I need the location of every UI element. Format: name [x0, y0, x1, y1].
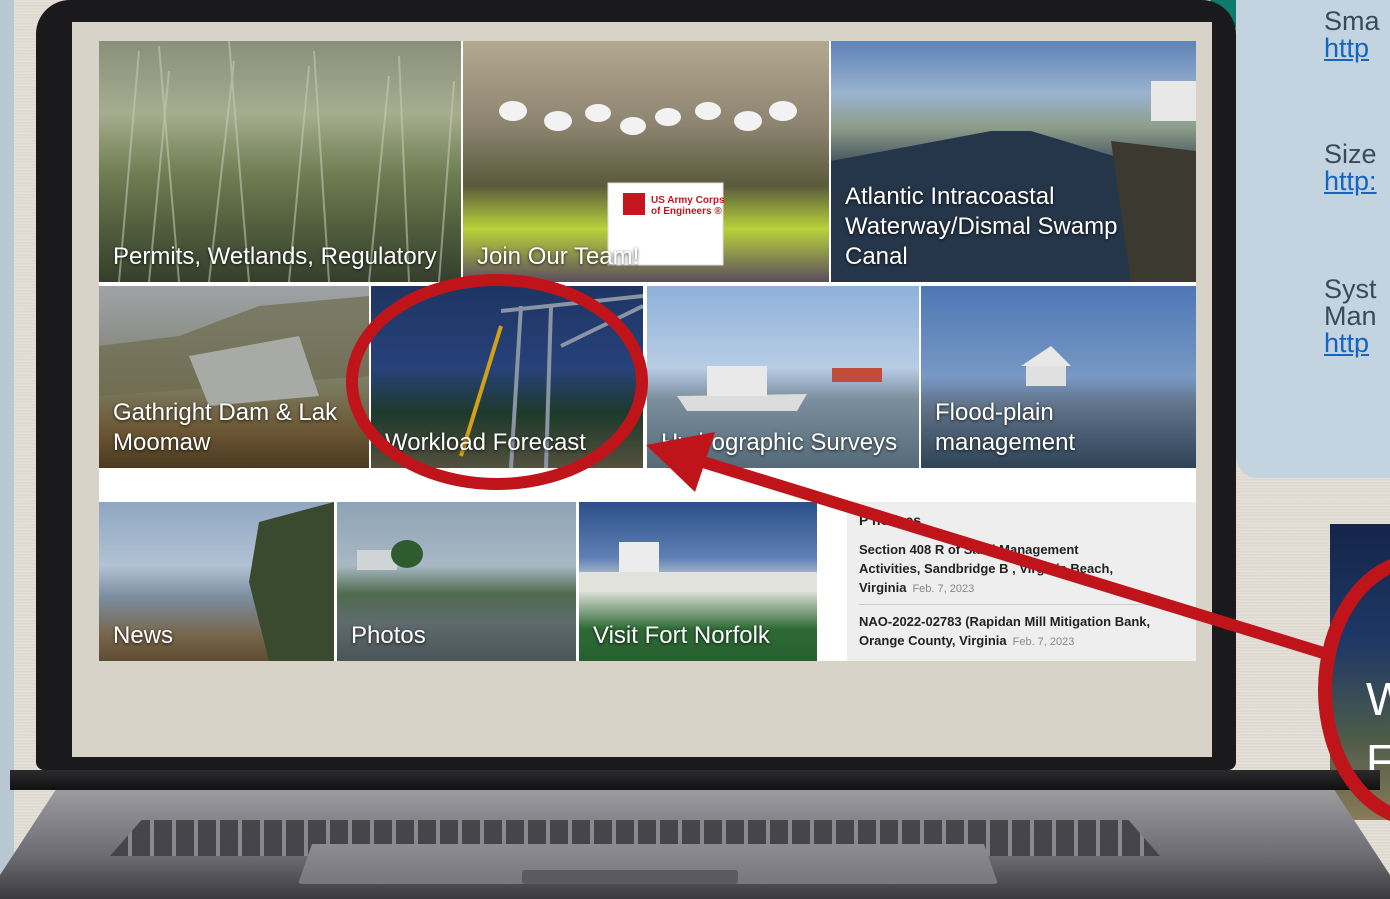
- notice-date: Feb. 7, 2023: [912, 583, 975, 595]
- tile-gathright-dam[interactable]: Gathright Dam & Lak Moomaw: [99, 286, 369, 468]
- left-slide-panel: [0, 0, 14, 899]
- notice-date: Feb. 7, 2023: [1012, 636, 1075, 648]
- notice-item[interactable]: Section 408 R of Sand Management Activit…: [859, 540, 1189, 599]
- tile-flood-label: Flood-plain management: [935, 399, 1076, 456]
- tile-news[interactable]: News: [99, 502, 334, 661]
- note-2: Size http:: [1324, 139, 1377, 196]
- tile-flood-plain[interactable]: Flood-plain management: [921, 286, 1196, 468]
- tile-join-our-team[interactable]: US Army Corps of Engineers ® Join Our Te…: [463, 41, 829, 282]
- tile-atlantic-label: Atlantic Intracoastal Waterway/Dismal Sw…: [845, 183, 1118, 270]
- tile-news-label: News: [113, 622, 174, 649]
- tile-join-label: Join Our Team!: [477, 243, 640, 270]
- tile-fort-label: Visit Fort Norfolk: [593, 622, 770, 649]
- notices-heading: P notices: [859, 512, 921, 528]
- tile-permits[interactable]: Permits, Wetlands, Regulatory: [99, 41, 461, 282]
- tile-hydro-label: Hydrographic Surveys: [661, 429, 898, 456]
- tile-permits-label: Permits, Wetlands, Regulatory: [113, 243, 437, 270]
- note-3: Syst Man http: [1324, 274, 1377, 358]
- tile-visit-fort-norfolk[interactable]: Visit Fort Norfolk: [579, 502, 817, 661]
- note-1-link[interactable]: http: [1324, 33, 1369, 63]
- tile-photos[interactable]: Photos: [337, 502, 576, 661]
- tile-gathright-label: Gathright Dam & Lak Moomaw: [113, 399, 338, 456]
- laptop-base: [0, 770, 1390, 899]
- public-notices-panel: P notices Section 408 R of Sand Manageme…: [847, 502, 1196, 661]
- tile-workload-forecast[interactable]: Workload Forecast: [371, 286, 643, 468]
- note-1: Sma http: [1324, 6, 1380, 63]
- note-3-link[interactable]: http: [1324, 328, 1369, 358]
- tile-atlantic-intracoastal[interactable]: Atlantic Intracoastal Waterway/Dismal Sw…: [831, 41, 1196, 282]
- right-notes-panel: Sma http Size http: Syst Man http: [1210, 0, 1390, 478]
- notice-item[interactable]: NAO-2022-02783 (Rapidan Mill Mitigation …: [859, 612, 1189, 652]
- tile-workload-label: Workload Forecast: [385, 429, 586, 456]
- usace-sign: US Army Corps of Engineers ®: [651, 195, 725, 217]
- note-2-link[interactable]: http:: [1324, 166, 1377, 196]
- tile-photos-label: Photos: [351, 622, 426, 649]
- website-page: Permits, Wetlands, Regulatory US Army Co…: [99, 41, 1196, 661]
- tile-hydrographic-surveys[interactable]: Hydrographic Surveys: [647, 286, 919, 468]
